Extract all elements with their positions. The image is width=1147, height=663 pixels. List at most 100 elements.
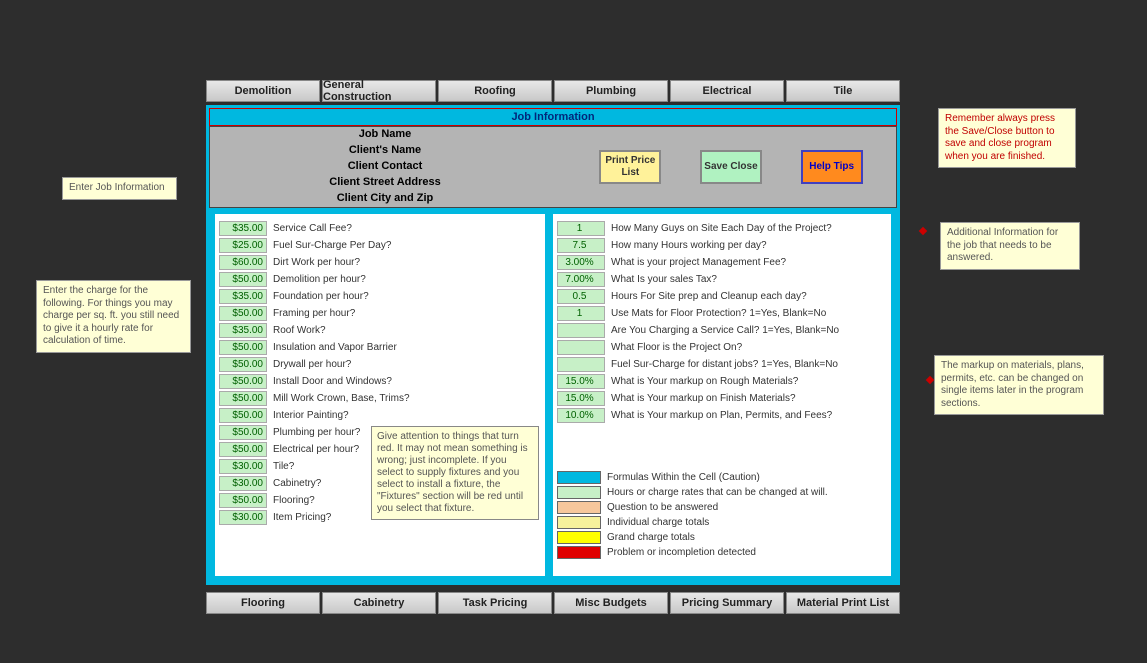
question-label: What is your project Management Fee? <box>611 257 887 268</box>
rate-row: $50.00 Framing per hour? <box>219 305 541 322</box>
tab-flooring[interactable]: Flooring <box>206 592 320 614</box>
question-value[interactable] <box>557 323 605 338</box>
rate-value[interactable]: $50.00 <box>219 340 267 355</box>
header-buttons: Print Price List Save Close Help Tips <box>560 127 896 207</box>
tab-material-print-list[interactable]: Material Print List <box>786 592 900 614</box>
callout-markup: The markup on materials, plans, permits,… <box>934 355 1104 415</box>
rate-value[interactable]: $50.00 <box>219 374 267 389</box>
left-column: $35.00Service Call Fee?$25.00Fuel Sur-Ch… <box>213 212 547 578</box>
question-value[interactable]: 7.5 <box>557 238 605 253</box>
legend-text: Formulas Within the Cell (Caution) <box>607 472 887 483</box>
question-value[interactable]: 0.5 <box>557 289 605 304</box>
rate-label: Interior Painting? <box>273 410 541 421</box>
tab-tile[interactable]: Tile <box>786 80 900 102</box>
callout-remember: Remember always press the Save/Close but… <box>938 108 1076 168</box>
rate-label: Service Call Fee? <box>273 223 541 234</box>
print-price-list-button[interactable]: Print Price List <box>599 150 661 184</box>
rate-value[interactable]: $35.00 <box>219 289 267 304</box>
rate-label: Dirt Work per hour? <box>273 257 541 268</box>
legend-swatch <box>557 531 601 544</box>
legend-swatch <box>557 471 601 484</box>
legend-text: Question to be answered <box>607 502 887 513</box>
label-client-name: Client's Name <box>349 143 421 159</box>
rate-label: Insulation and Vapor Barrier <box>273 342 541 353</box>
rate-value[interactable]: $35.00 <box>219 323 267 338</box>
rate-value[interactable]: $60.00 <box>219 255 267 270</box>
rate-row: $35.00 Service Call Fee? <box>219 220 541 237</box>
question-value[interactable]: 15.0% <box>557 374 605 389</box>
hint-attention: Give attention to things that turn red. … <box>371 426 539 520</box>
tab-misc-budgets[interactable]: Misc Budgets <box>554 592 668 614</box>
rate-value[interactable]: $50.00 <box>219 391 267 406</box>
question-value[interactable]: 10.0% <box>557 408 605 423</box>
tab-pricing-summary[interactable]: Pricing Summary <box>670 592 784 614</box>
question-value[interactable]: 1 <box>557 306 605 321</box>
top-tab-row: Demolition General Construction Roofing … <box>206 80 900 102</box>
body-area: $35.00 Service Call Fee? $25.00 Fuel Sur-Ch… <box>209 208 897 582</box>
tab-roofing[interactable]: Roofing <box>438 80 552 102</box>
rate-label: Mill Work Crown, Base, Trims? <box>273 393 541 404</box>
tab-general-construction[interactable]: General Construction <box>322 80 436 102</box>
rate-label: Roof Work? <box>273 325 541 336</box>
rate-value[interactable]: $50.00 <box>219 442 267 457</box>
question-label: Fuel Sur-Charge for distant jobs? 1=Yes,… <box>611 359 887 370</box>
rate-value[interactable]: $30.00 <box>219 510 267 525</box>
rate-row: $50.00Install Door and Windows? <box>219 373 541 390</box>
rate-value[interactable]: $50.00 <box>219 493 267 508</box>
legend-swatch <box>557 486 601 499</box>
tab-demolition[interactable]: Demolition <box>206 80 320 102</box>
question-label: Are You Charging a Service Call? 1=Yes, … <box>611 325 887 336</box>
rate-value[interactable]: $50.00 <box>219 357 267 372</box>
rate-value[interactable]: $50.00 <box>219 306 267 321</box>
rate-row: $35.00 Roof Work? <box>219 322 541 339</box>
question-value[interactable]: 3.00% <box>557 255 605 270</box>
rate-value[interactable]: $50.00 <box>219 408 267 423</box>
label-client-city-zip: Client City and Zip <box>337 191 434 207</box>
label-job-name: Job Name <box>359 127 412 143</box>
legend-text: Individual charge totals <box>607 517 887 528</box>
main-panel: Job Information Job Name Client's Name C… <box>206 105 900 585</box>
question-row: Are You Charging a Service Call? 1=Yes, … <box>557 322 887 339</box>
arrow-marker <box>919 227 927 235</box>
legend-row: Grand charge totals <box>557 530 887 545</box>
rate-value[interactable]: $35.00 <box>219 221 267 236</box>
question-value[interactable]: 15.0% <box>557 391 605 406</box>
legend-swatch <box>557 501 601 514</box>
question-label: How many Hours working per day? <box>611 240 887 251</box>
tab-task-pricing[interactable]: Task Pricing <box>438 592 552 614</box>
bottom-tab-row: Flooring Cabinetry Task Pricing Misc Bud… <box>206 592 900 614</box>
legend-swatch <box>557 516 601 529</box>
question-row: 10.0% What is Your markup on Plan, Permit… <box>557 407 887 424</box>
legend-row: Hours or charge rates that can be change… <box>557 485 887 500</box>
question-value[interactable]: 7.00% <box>557 272 605 287</box>
rate-value[interactable]: $30.00 <box>219 476 267 491</box>
question-row: Fuel Sur-Charge for distant jobs? 1=Yes,… <box>557 356 887 373</box>
arrow-marker <box>926 376 934 384</box>
question-row: 7.5 How many Hours working per day? <box>557 237 887 254</box>
rate-value[interactable]: $50.00 <box>219 425 267 440</box>
question-label: What is Your markup on Rough Materials? <box>611 376 887 387</box>
rate-value[interactable]: $50.00 <box>219 272 267 287</box>
help-tips-button[interactable]: Help Tips <box>801 150 863 184</box>
rate-label: Framing per hour? <box>273 308 541 319</box>
question-label: What is Your markup on Plan, Permits, an… <box>611 410 887 421</box>
tab-electrical[interactable]: Electrical <box>670 80 784 102</box>
question-label: What is Your markup on Finish Materials? <box>611 393 887 404</box>
question-value[interactable] <box>557 340 605 355</box>
question-value[interactable]: 1 <box>557 221 605 236</box>
label-client-contact: Client Contact <box>348 159 423 175</box>
legend-row: Question to be answered <box>557 500 887 515</box>
question-row: 1 Use Mats for Floor Protection? 1=Yes, B… <box>557 305 887 322</box>
label-client-street: Client Street Address <box>329 175 440 191</box>
legend-row: Individual charge totals <box>557 515 887 530</box>
save-close-button[interactable]: Save Close <box>700 150 762 184</box>
rate-label: Foundation per hour? <box>273 291 541 302</box>
rate-row: $60.00 Dirt Work per hour? <box>219 254 541 271</box>
rate-value[interactable]: $30.00 <box>219 459 267 474</box>
tab-cabinetry[interactable]: Cabinetry <box>322 592 436 614</box>
question-value[interactable] <box>557 357 605 372</box>
tab-plumbing[interactable]: Plumbing <box>554 80 668 102</box>
rate-value[interactable]: $25.00 <box>219 238 267 253</box>
question-label: Use Mats for Floor Protection? 1=Yes, Bl… <box>611 308 887 319</box>
question-label: What Floor is the Project On? <box>611 342 887 353</box>
